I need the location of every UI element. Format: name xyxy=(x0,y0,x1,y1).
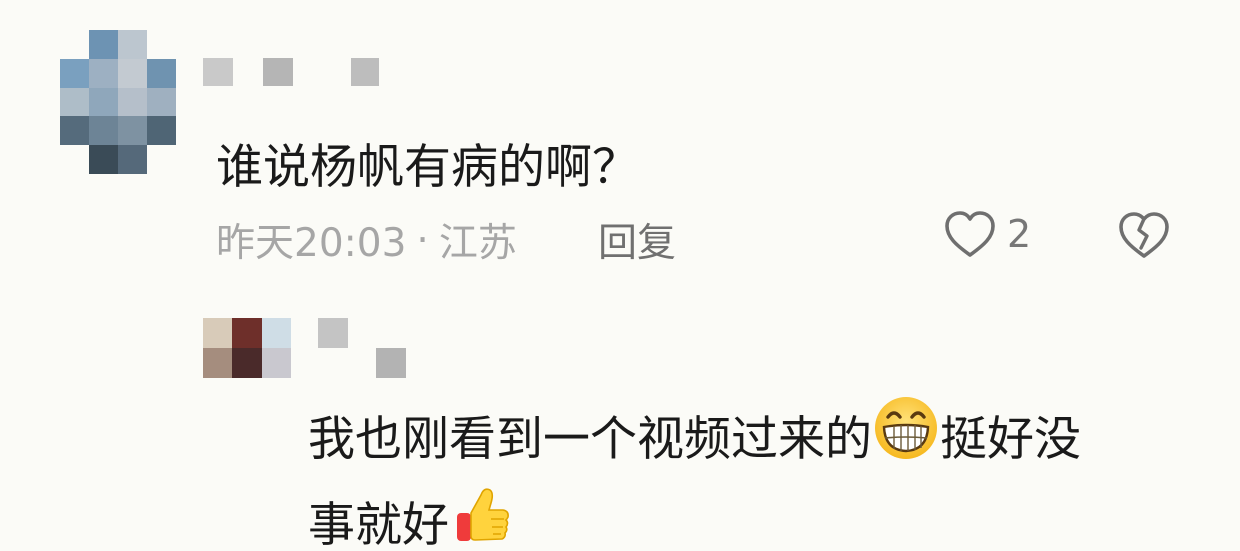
dislike-button[interactable] xyxy=(1116,209,1172,265)
reply-button[interactable]: 回复 xyxy=(598,212,676,268)
username[interactable] xyxy=(203,58,383,92)
comment-time: 昨天20:03 xyxy=(216,221,407,266)
meta-separator: · xyxy=(416,217,429,263)
reply-text-line2: 事就好 xyxy=(308,488,513,551)
like-button[interactable]: 2 xyxy=(943,209,1031,259)
avatar[interactable] xyxy=(60,30,176,174)
reply-avatar[interactable] xyxy=(203,318,291,378)
comment-location: 江苏 xyxy=(438,221,517,266)
thumbs-up-emoji xyxy=(451,483,513,551)
comment-thread: 谁说杨帆有病的啊？ 昨天20:03 · 江苏 回复 2 我也刚看到一个视频过来的… xyxy=(0,0,1240,551)
like-count: 2 xyxy=(1007,212,1032,256)
heart-outline-icon xyxy=(943,209,997,259)
comment-meta: 昨天20:03 · 江苏 xyxy=(216,212,517,268)
reply-text-line1: 我也刚看到一个视频过来的 挺好没 xyxy=(308,397,1081,467)
comment-text: 谁说杨帆有病的啊？ xyxy=(216,140,639,195)
reply-text-part1: 我也刚看到一个视频过来的 xyxy=(308,411,872,467)
reply-text-part2: 挺好没 xyxy=(940,411,1081,467)
broken-heart-icon xyxy=(1116,209,1172,261)
reply-text-part3: 事就好 xyxy=(308,497,449,551)
grinning-face-emoji xyxy=(873,395,939,473)
reply-username[interactable] xyxy=(318,318,410,380)
